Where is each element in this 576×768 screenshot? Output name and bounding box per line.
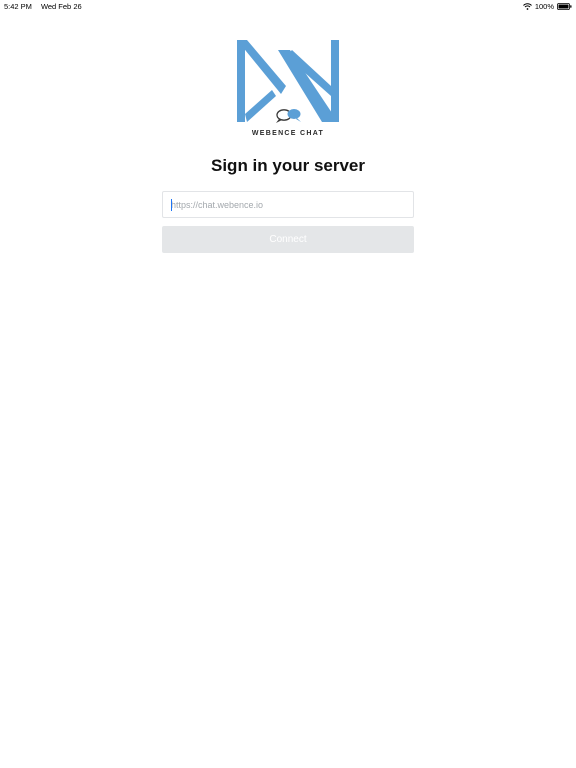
page-title: Sign in your server <box>211 156 365 175</box>
server-url-input[interactable] <box>163 192 413 217</box>
status-date: Wed Feb 26 <box>40 2 82 11</box>
text-caret <box>171 199 172 211</box>
connect-button[interactable]: Connect <box>162 226 414 253</box>
server-url-field-wrapper <box>162 191 414 218</box>
status-time: 5:42 PM <box>4 2 32 11</box>
battery-icon <box>557 3 572 10</box>
status-bar: 5:42 PM Wed Feb 26 100% <box>0 0 576 12</box>
brand-name: WEBENCE CHAT <box>251 130 325 137</box>
wifi-icon <box>522 3 532 10</box>
battery-percent: 100% <box>534 2 554 11</box>
webence-chat-logo <box>234 38 342 140</box>
